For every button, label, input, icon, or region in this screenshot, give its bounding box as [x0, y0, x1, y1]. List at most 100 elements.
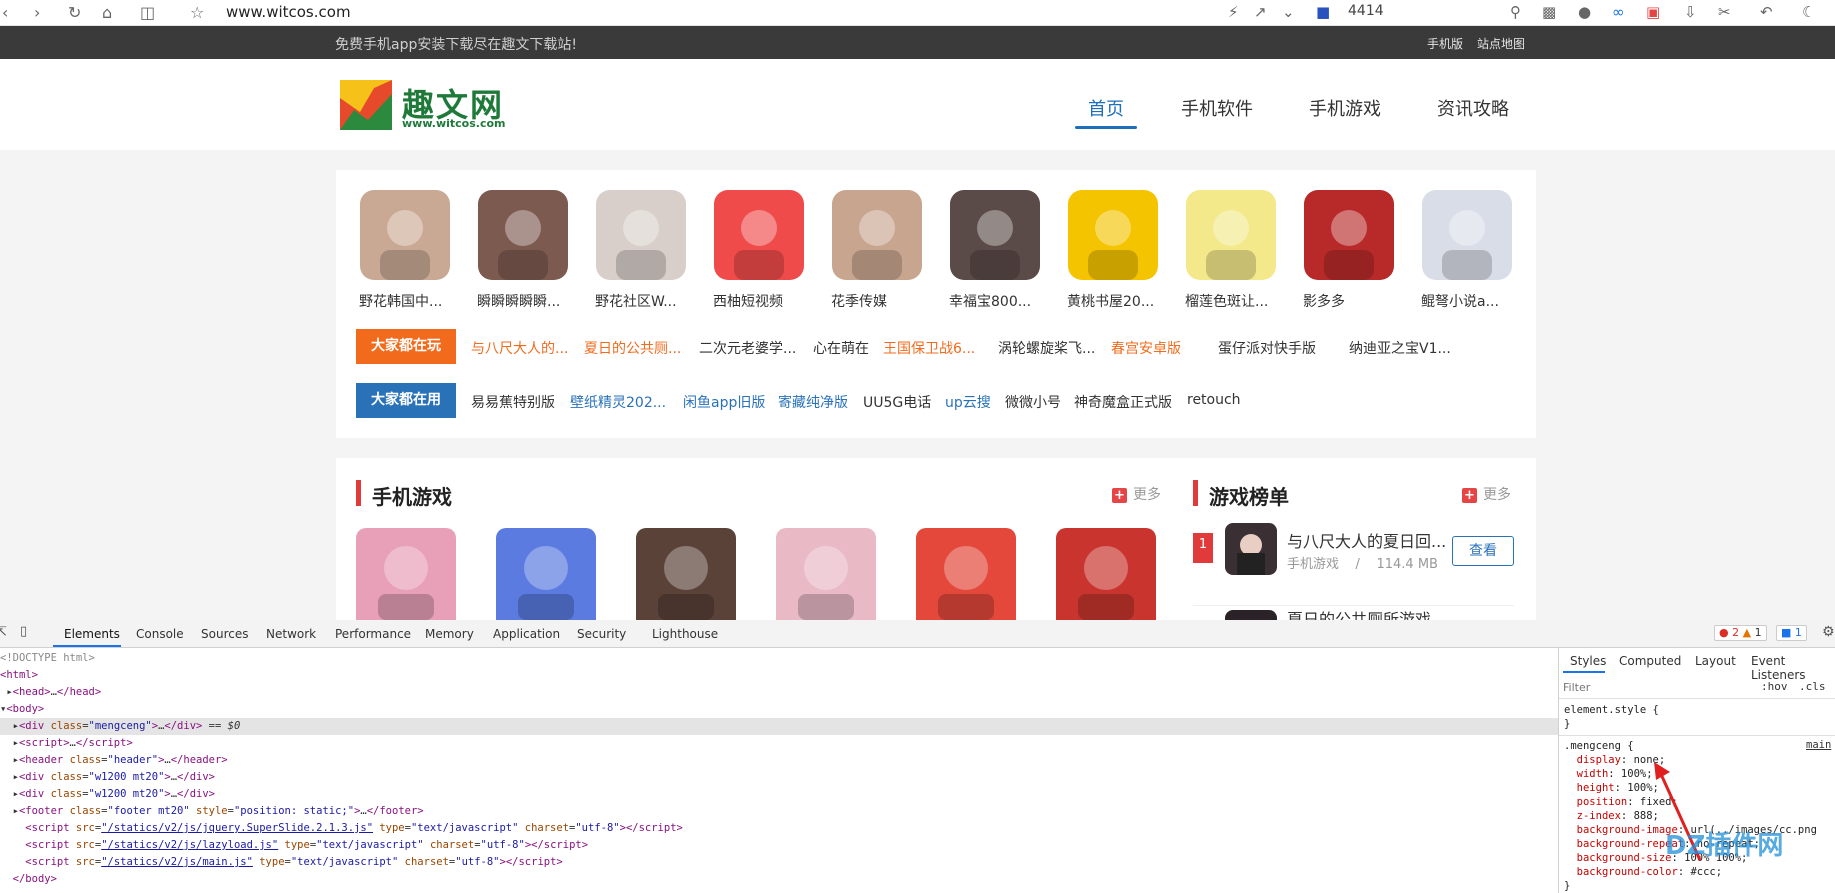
css-declaration[interactable]: width: 100%;	[1564, 767, 1653, 781]
game-thumbnail[interactable]	[636, 528, 736, 620]
quick-link[interactable]: 心在萌在	[813, 338, 869, 358]
styles-tab-computed[interactable]: Computed	[1619, 654, 1681, 668]
app-icon[interactable]	[1186, 190, 1276, 280]
moon-icon[interactable]: ☾	[1802, 3, 1815, 21]
app-name[interactable]: 野花社区W...	[595, 291, 691, 311]
dom-body-close[interactable]: </body>	[0, 871, 57, 888]
quick-link[interactable]: 闲鱼app旧版	[683, 392, 765, 412]
rule-source-link[interactable]: main	[1806, 739, 1831, 751]
home-icon[interactable]: ⌂	[102, 3, 112, 22]
app-icon[interactable]	[596, 190, 686, 280]
quick-link[interactable]: 神奇魔盒正式版	[1074, 392, 1172, 412]
hov-toggle[interactable]: :hov	[1761, 680, 1788, 693]
devtools-tab-elements[interactable]: Elements	[64, 627, 120, 641]
forward-icon[interactable]: ›	[34, 3, 40, 22]
css-property[interactable]: position	[1577, 796, 1628, 808]
paw-icon[interactable]: ■	[1316, 3, 1330, 21]
back-icon[interactable]: ‹	[2, 3, 8, 22]
message-count-badge[interactable]: ■ 1	[1776, 625, 1807, 641]
nav-mobile-software[interactable]: 手机软件	[1181, 95, 1253, 121]
game-thumbnail[interactable]	[496, 528, 596, 620]
scissors-icon[interactable]: ✂	[1718, 3, 1731, 21]
css-property[interactable]: display	[1577, 754, 1621, 766]
game-thumbnail[interactable]	[916, 528, 1016, 620]
dom-html[interactable]: <html>	[0, 667, 38, 684]
quick-link[interactable]: up云搜	[945, 392, 991, 412]
app-icon[interactable]	[714, 190, 804, 280]
rank-more-link[interactable]: + 更多	[1462, 484, 1511, 504]
quick-link[interactable]: 春宫安卓版	[1111, 338, 1181, 358]
star-icon[interactable]: ☆	[190, 3, 204, 22]
game-thumbnail[interactable]	[1056, 528, 1156, 620]
quick-link[interactable]: 纳迪亚之宝V1...	[1349, 338, 1451, 358]
dom-head[interactable]: ▸<head>…</head>	[0, 684, 101, 701]
app-icon[interactable]	[1304, 190, 1394, 280]
view-button[interactable]: 查看	[1452, 536, 1514, 566]
gear-icon[interactable]: ⚙	[1822, 624, 1835, 640]
dom-header[interactable]: ▸<header class="header">…</header>	[0, 752, 228, 769]
dom-script-main[interactable]: <script src="/statics/v2/js/main.js" typ…	[0, 854, 562, 871]
app-icon[interactable]	[1068, 190, 1158, 280]
quick-link[interactable]: 微微小号	[1005, 392, 1061, 412]
game-thumbnail[interactable]	[776, 528, 876, 620]
dom-script-lazyload[interactable]: <script src="/statics/v2/js/lazyload.js"…	[0, 837, 588, 854]
devtools-tab-security[interactable]: Security	[577, 627, 626, 641]
css-declaration[interactable]: height: 100%;	[1564, 781, 1659, 795]
rule-selector[interactable]: .mengceng {	[1564, 739, 1634, 753]
reload-icon[interactable]: ↻	[68, 3, 81, 22]
app-name[interactable]: 瞬瞬瞬瞬瞬...	[477, 291, 573, 311]
app-icon[interactable]	[950, 190, 1040, 280]
lightbulb-icon[interactable]: ●	[1578, 3, 1591, 21]
quick-link[interactable]: 寄藏纯净版	[778, 392, 848, 412]
app-name[interactable]: 野花韩国中...	[359, 291, 455, 311]
error-count-badge[interactable]: ● 2 ▲ 1	[1714, 625, 1767, 641]
quick-link[interactable]: UU5G电话	[863, 392, 931, 412]
quick-link[interactable]: 王国保卫战6...	[883, 338, 975, 358]
dom-div-mengceng[interactable]: ▸<div class="mengceng">…</div> == $0	[0, 718, 241, 735]
css-property[interactable]: z-index	[1577, 810, 1621, 822]
quick-link[interactable]: 涡轮螺旋桨飞...	[998, 338, 1095, 358]
games-more-link[interactable]: + 更多	[1112, 484, 1161, 504]
reader-icon[interactable]: ◫	[140, 3, 155, 22]
rank-thumbnail[interactable]	[1225, 610, 1277, 620]
devtools-tab-lighthouse[interactable]: Lighthouse	[652, 627, 718, 641]
rank-item-title[interactable]: 与八尺大人的夏日回...	[1287, 528, 1446, 552]
app-name[interactable]: 榴莲色斑让...	[1185, 291, 1281, 311]
styles-tab-styles[interactable]: Styles	[1570, 654, 1606, 668]
styles-filter-input[interactable]	[1563, 678, 1733, 696]
game-thumbnail[interactable]	[356, 528, 456, 620]
share-icon[interactable]: ↗	[1254, 3, 1267, 21]
dom-doctype[interactable]: <!DOCTYPE html>	[0, 650, 95, 667]
dom-div-w1200[interactable]: ▸<div class="w1200 mt20">…</div>	[0, 786, 215, 803]
logo-icon[interactable]	[340, 80, 392, 130]
qr-icon[interactable]: ▩	[1542, 3, 1556, 21]
quick-link[interactable]: 夏日的公共厕...	[584, 338, 681, 358]
css-value[interactable]: 100%;	[1621, 768, 1653, 780]
inspect-icon[interactable]: ⇱	[0, 625, 7, 640]
quick-link[interactable]: 蛋仔派对快手版	[1218, 338, 1316, 358]
app-name[interactable]: 黄桃书屋20...	[1067, 291, 1163, 311]
chevron-down-icon[interactable]: ⌄	[1282, 3, 1295, 21]
nav-mobile-games[interactable]: 手机游戏	[1309, 95, 1381, 121]
nav-news-guides[interactable]: 资讯攻略	[1437, 95, 1509, 121]
dom-script[interactable]: ▸<script>…</script>	[0, 735, 133, 752]
download-icon[interactable]: ⇩	[1684, 3, 1697, 21]
devtools-tab-performance[interactable]: Performance	[335, 627, 411, 641]
element-style-selector[interactable]: element.style {	[1564, 703, 1659, 717]
quick-link[interactable]: 与八尺大人的...	[471, 338, 568, 358]
styles-tab-layout[interactable]: Layout	[1695, 654, 1736, 668]
quick-link[interactable]: 壁纸精灵202...	[570, 392, 666, 412]
devtools-tab-application[interactable]: Application	[493, 627, 560, 641]
search-icon[interactable]: ⚲	[1510, 3, 1521, 21]
app-name[interactable]: 花季传媒	[831, 291, 927, 311]
extension-icon[interactable]: ∞	[1612, 3, 1625, 21]
devtools-tab-memory[interactable]: Memory	[425, 627, 474, 641]
devtools-tab-sources[interactable]: Sources	[201, 627, 248, 641]
app-name[interactable]: 西柚短视频	[713, 291, 809, 311]
devtools-tab-network[interactable]: Network	[266, 627, 316, 641]
app-icon[interactable]	[360, 190, 450, 280]
quick-link[interactable]: retouch	[1187, 392, 1241, 408]
device-toggle-icon[interactable]: ▯	[20, 624, 27, 639]
dom-script-superslide[interactable]: <script src="/statics/v2/js/jquery.Super…	[0, 820, 683, 837]
rank-thumbnail[interactable]	[1225, 523, 1277, 575]
